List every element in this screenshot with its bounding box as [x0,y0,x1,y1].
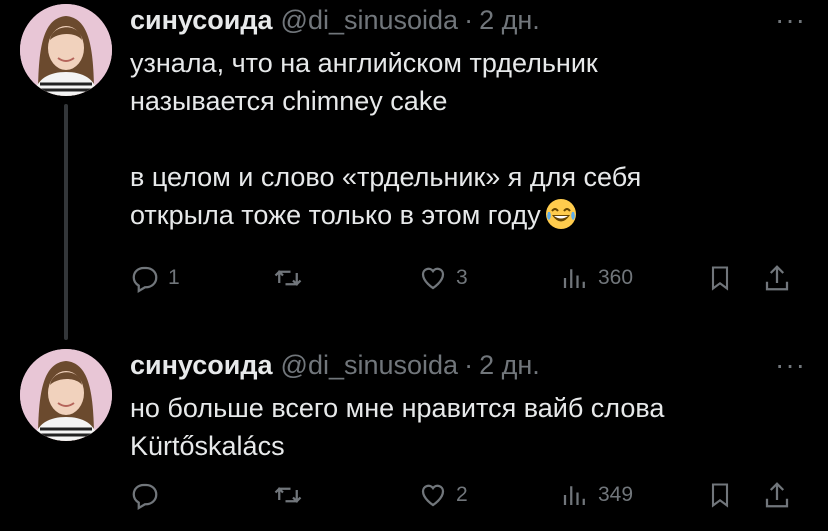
text-line: в целом и слово «трдельник» я для себя [130,162,642,192]
user-handle[interactable]: @di_sinusoida [281,5,459,36]
user-handle[interactable]: @di_sinusoida [281,350,459,381]
share-button[interactable] [762,475,792,515]
tweet-header: синусоида @di_sinusoida · 2 дн. [130,2,540,38]
like-button[interactable]: 2 [418,475,468,515]
separator: · [464,349,474,380]
more-options-icon[interactable]: ··· [775,349,806,381]
tweet-header: синусоида @di_sinusoida · 2 дн. [130,347,540,383]
timestamp[interactable]: 2 дн. [479,350,540,381]
heart-icon [421,267,445,290]
reply-button[interactable]: 1 [130,258,180,298]
avatar-image [20,4,112,96]
views-icon [563,486,585,505]
like-button[interactable]: 3 [418,258,468,298]
retweet-icon [274,270,302,286]
reply-icon [132,483,158,510]
text-line: открыла тоже только в этом году [130,200,541,230]
separator: · [464,4,474,35]
thread-line [64,104,68,340]
views-button[interactable]: 349 [560,475,633,515]
text-line: Kürtőskalács [130,431,285,461]
reply-icon [132,266,158,293]
heart-icon [421,484,445,507]
timestamp[interactable]: 2 дн. [479,5,540,36]
tweet-actions: 2 349 [130,475,810,515]
retweet-icon [274,487,302,503]
avatar[interactable] [20,4,112,96]
share-icon [765,482,789,508]
bookmark-button[interactable] [706,475,734,515]
reply-button[interactable] [130,475,160,515]
tweet[interactable]: синусоида @di_sinusoida · 2 дн. ··· узна… [0,0,828,345]
share-icon [765,265,789,291]
bookmark-button[interactable] [706,258,734,298]
more-options-icon[interactable]: ··· [775,4,806,36]
display-name[interactable]: синусоида [130,5,273,36]
tweet-text: узнала, что на английском трдельник назы… [130,44,810,240]
laughing-face-icon [545,198,577,240]
text-line: но больше всего мне нравится вайб слова [130,393,665,423]
share-button[interactable] [762,258,792,298]
tweet-actions: 1 3 360 [130,258,810,298]
views-icon [563,269,585,288]
bookmark-icon [711,483,729,508]
like-count: 2 [456,483,468,506]
text-line: называется chimney cake [130,86,448,116]
display-name[interactable]: синусоида [130,350,273,381]
avatar[interactable] [20,349,112,441]
retweet-button[interactable] [272,258,304,298]
like-count: 3 [456,266,468,289]
view-count: 349 [598,483,634,506]
view-count: 360 [598,266,634,289]
views-button[interactable]: 360 [560,258,633,298]
tweet[interactable]: синусоида @di_sinusoida · 2 дн. ··· но б… [0,345,828,531]
text-line: узнала, что на английском трдельник [130,48,598,78]
bookmark-icon [711,266,729,291]
retweet-button[interactable] [272,475,304,515]
avatar-image [20,349,112,441]
tweet-text: но больше всего мне нравится вайб слова … [130,389,810,465]
reply-count: 1 [168,266,180,289]
